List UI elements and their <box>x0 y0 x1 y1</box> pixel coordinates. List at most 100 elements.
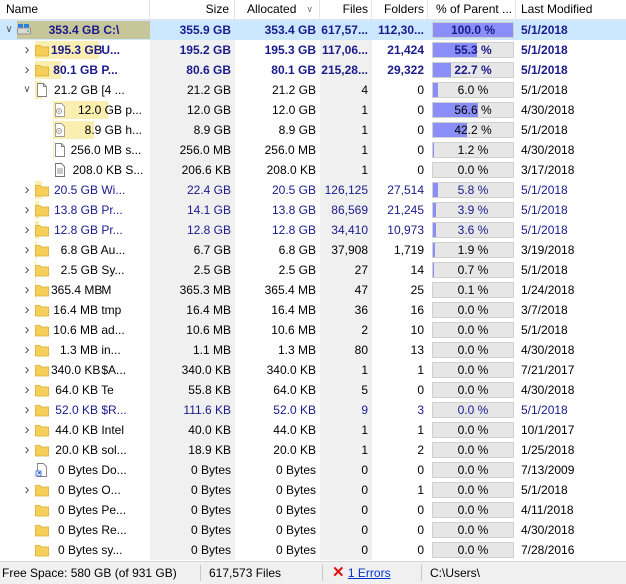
collapse-chevron-icon[interactable]: ∨ <box>21 80 33 100</box>
expand-chevron-icon[interactable]: › <box>21 220 33 240</box>
name-cell: 0 Bytes sy... <box>51 540 150 560</box>
item-name: h... <box>125 123 143 137</box>
expand-chevron-icon[interactable]: › <box>21 320 33 340</box>
table-row[interactable]: › 340.0 KB $A... 340.0 KB 340.0 KB 1 1 0.0 % 7/… <box>0 360 626 380</box>
folder-icon <box>35 283 49 297</box>
table-row[interactable]: › 16.4 MB tmp 16.4 MB 16.4 MB 36 16 0.0 % 3/7/2… <box>0 300 626 320</box>
column-header-size[interactable]: Size <box>150 0 235 19</box>
folder-icon <box>35 423 49 437</box>
percent-bar: 6.0 % <box>432 82 514 98</box>
table-row[interactable]: › 13.8 GB Pr... 14.1 GB 13.8 GB 86,569 21,245… <box>0 200 626 220</box>
folder-icon <box>35 383 49 397</box>
expand-chevron-icon[interactable]: › <box>21 60 33 80</box>
table-row[interactable]: › 44.0 KB Intel 40.0 KB 44.0 KB 1 1 0.0 % 10/1/… <box>0 420 626 440</box>
percent-bar: 42.2 % <box>432 122 514 138</box>
expand-chevron-icon[interactable]: › <box>21 260 33 280</box>
table-row[interactable]: › 195.3 GB U... 195.2 GB 195.3 GB 117,06... 2… <box>0 40 626 60</box>
expand-chevron-icon[interactable]: › <box>21 360 33 380</box>
allocated-cell: 21.2 GB <box>271 83 316 97</box>
column-header-name[interactable]: Name <box>0 0 150 19</box>
name-cell: 0 Bytes Re... <box>51 520 150 540</box>
folders-cell: 10,973 <box>387 223 424 237</box>
expand-chevron-icon[interactable]: › <box>21 240 33 260</box>
percent-label: 0.1 % <box>457 283 489 297</box>
table-row[interactable]: 0 Bytes Pe... 0 Bytes 0 Bytes 0 0 0.0 % 4/11/2… <box>0 500 626 520</box>
item-name: sol... <box>101 443 127 457</box>
status-errors[interactable]: ✕ 1 Errors <box>332 562 391 584</box>
allocated-cell: 1.3 MB <box>277 343 316 357</box>
sysfile-icon <box>53 123 67 137</box>
table-row[interactable]: 208.0 KB S... 206.6 KB 208.0 KB 1 0 0.0 % 3/17… <box>0 160 626 180</box>
expand-chevron-icon[interactable]: › <box>21 420 33 440</box>
table-row[interactable]: › 80.1 GB P... 80.6 GB 80.1 GB 215,28... 29,3… <box>0 60 626 80</box>
collapse-chevron-icon[interactable]: ∨ <box>3 20 15 40</box>
size-cell: 12.8 GB <box>150 220 235 240</box>
expand-chevron-icon[interactable]: › <box>21 200 33 220</box>
allocated-cell: 0 Bytes <box>275 463 316 477</box>
expand-chevron-icon[interactable]: › <box>21 40 33 60</box>
percent-bar: 5.8 % <box>432 182 514 198</box>
expand-chevron-icon[interactable]: › <box>21 180 33 200</box>
table-row[interactable]: 0 Bytes sy... 0 Bytes 0 Bytes 0 0 0.0 % 7/28/2… <box>0 540 626 560</box>
modified-cell: 4/30/2018 <box>521 143 575 157</box>
column-header-folders[interactable]: Folders <box>372 0 428 19</box>
expand-chevron-icon[interactable]: › <box>21 340 33 360</box>
percent-label: 56.6 % <box>454 103 492 117</box>
table-row[interactable]: › 2.5 GB Sy... 2.5 GB 2.5 GB 27 14 0.7 % 5/1/20… <box>0 260 626 280</box>
sort-descending-icon: ∨ <box>306 4 313 14</box>
table-row[interactable]: 8.9 GB h... 8.9 GB 8.9 GB 1 0 42.2 % 5/1/2018 <box>0 120 626 140</box>
table-row[interactable]: › 12.8 GB Pr... 12.8 GB 12.8 GB 34,410 10,973… <box>0 220 626 240</box>
table-row[interactable]: › 1.3 MB in... 1.1 MB 1.3 MB 80 13 0.0 % 4/30/2… <box>0 340 626 360</box>
table-row[interactable]: 12.0 GB p... 12.0 GB 12.0 GB 1 0 56.6 % 4/30/2… <box>0 100 626 120</box>
expand-chevron-icon[interactable]: › <box>21 480 33 500</box>
table-row[interactable]: › 10.6 MB ad... 10.6 MB 10.6 MB 2 10 0.0 % 5/1/… <box>0 320 626 340</box>
expand-chevron-icon[interactable]: › <box>21 280 33 300</box>
table-row[interactable]: 256.0 MB s... 256.0 MB 256.0 MB 1 0 1.2 % 4/30… <box>0 140 626 160</box>
allocated-cell: 12.8 GB <box>271 223 316 237</box>
column-header-modified[interactable]: Last Modified <box>516 0 626 19</box>
name-size: 195.3 GB <box>51 43 103 57</box>
percent-bar: 0.0 % <box>432 462 514 478</box>
percent-bar: 0.0 % <box>432 302 514 318</box>
name-size: 2.5 GB <box>60 263 98 277</box>
table-row[interactable]: › 365.4 MB M 365.3 MB 365.4 MB 47 25 0.1 % 1/24… <box>0 280 626 300</box>
size-cell: 22.4 GB <box>150 180 235 200</box>
percent-label: 5.8 % <box>457 183 489 197</box>
table-row[interactable]: ∨ 21.2 GB [4 ... 21.2 GB 21.2 GB 4 0 6.0 % 5/1/… <box>0 80 626 100</box>
name-cell: 44.0 KB Intel <box>51 420 150 440</box>
table-row[interactable]: › 64.0 KB Te 55.8 KB 64.0 KB 5 0 0.0 % 4/30/201… <box>0 380 626 400</box>
table-row[interactable]: › 0 Bytes O... 0 Bytes 0 Bytes 0 1 0.0 % 5/1/20… <box>0 480 626 500</box>
percent-label: 1.9 % <box>457 243 489 257</box>
folders-cell: 0 <box>417 103 424 117</box>
table-row[interactable]: ∨ 353.4 GB C:\ 355.9 GB 353.4 GB 617,57... 11… <box>0 20 626 40</box>
percent-bar: 0.0 % <box>432 522 514 538</box>
expand-chevron-icon[interactable]: › <box>21 380 33 400</box>
files-cell: 0 <box>320 480 372 500</box>
modified-cell: 7/28/2016 <box>521 543 575 557</box>
percent-label: 100.0 % <box>450 23 496 37</box>
expand-chevron-icon[interactable]: › <box>21 440 33 460</box>
expand-chevron-icon[interactable]: › <box>21 300 33 320</box>
table-row[interactable]: › 20.0 KB sol... 18.9 KB 20.0 KB 1 2 0.0 % 1/25… <box>0 440 626 460</box>
folder-icon <box>35 363 49 377</box>
name-cell: 0 Bytes Pe... <box>51 500 150 520</box>
expand-chevron-icon[interactable]: › <box>21 400 33 420</box>
item-name: Au... <box>100 243 126 257</box>
item-name: Pr... <box>101 203 123 217</box>
table-row[interactable]: › 6.8 GB Au... 6.7 GB 6.8 GB 37,908 1,719 1.9 … <box>0 240 626 260</box>
column-header-percent[interactable]: % of Parent ... <box>428 0 516 19</box>
table-row[interactable]: 0 Bytes Do... 0 Bytes 0 Bytes 0 0 0.0 % 7/13/2… <box>0 460 626 480</box>
table-row[interactable]: › 20.5 GB Wi... 22.4 GB 20.5 GB 126,125 27,51… <box>0 180 626 200</box>
item-name: tmp <box>101 303 122 317</box>
percent-label: 0.0 % <box>457 523 489 537</box>
table-row[interactable]: › 52.0 KB $R... 111.6 KB 52.0 KB 9 3 0.0 % 5/1/… <box>0 400 626 420</box>
errors-link[interactable]: 1 Errors <box>348 566 391 580</box>
item-name: sy... <box>101 543 123 557</box>
size-cell: 0 Bytes <box>150 480 235 500</box>
folders-cell: 1 <box>417 423 424 437</box>
column-header-allocated[interactable]: Allocated ∨ <box>235 0 320 19</box>
column-header-files[interactable]: Files <box>320 0 372 19</box>
folder-icon <box>35 443 49 457</box>
allocated-cell: 0 Bytes <box>275 483 316 497</box>
table-row[interactable]: 0 Bytes Re... 0 Bytes 0 Bytes 0 0 0.0 % 4/30/2… <box>0 520 626 540</box>
